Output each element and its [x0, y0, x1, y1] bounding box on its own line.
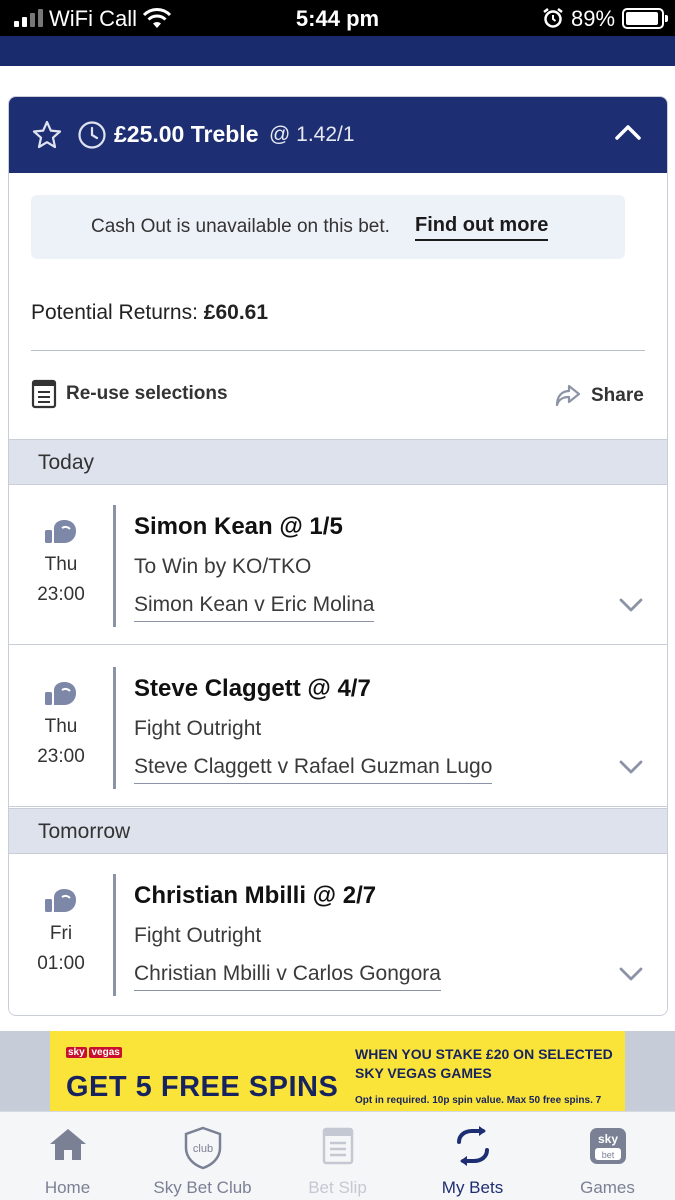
tab-label: Home	[44, 1178, 91, 1197]
cashout-notice: Cash Out is unavailable on this bet. Fin…	[31, 195, 625, 259]
selection-row[interactable]: Fri 01:00 Christian Mbilli @ 2/7 Fight O…	[9, 854, 667, 1014]
find-out-more-link[interactable]: Find out more	[415, 214, 549, 241]
betslip-icon	[270, 1126, 405, 1166]
games-icon: sky bet	[540, 1126, 675, 1166]
bottom-tab-bar: Home club Sky Bet Club Bet Slip My Bets …	[0, 1111, 675, 1200]
clock-icon	[77, 120, 107, 155]
selection-market: To Win by KO/TKO	[134, 555, 312, 578]
my-bets-icon	[405, 1126, 540, 1166]
bet-title: £25.00 Treble	[114, 121, 259, 147]
share-button[interactable]: Share	[591, 385, 644, 407]
sky-vegas-logo: sky vegas	[66, 1047, 122, 1058]
selection-event-link[interactable]: Steve Claggett v Rafael Guzman Lugo	[134, 755, 493, 784]
chevron-down-icon[interactable]	[619, 759, 643, 780]
chevron-down-icon[interactable]	[619, 597, 643, 618]
svg-text:bet: bet	[601, 1150, 614, 1160]
tab-label: Games	[580, 1178, 635, 1197]
tab-label: Sky Bet Club	[153, 1178, 252, 1197]
alarm-icon	[542, 7, 564, 35]
home-icon	[0, 1126, 135, 1162]
selection-event-link[interactable]: Simon Kean v Eric Molina	[134, 593, 375, 622]
day-header-tomorrow: Tomorrow	[9, 808, 667, 854]
svg-text:sky: sky	[597, 1132, 617, 1146]
tab-bet-slip[interactable]: Bet Slip	[270, 1112, 405, 1200]
tab-games[interactable]: sky bet Games	[540, 1112, 675, 1200]
status-bar: WiFi Call 5:44 pm 89%	[0, 0, 675, 36]
divider	[31, 350, 645, 351]
cashout-message: Cash Out is unavailable on this bet.	[91, 216, 390, 237]
selection-day: Thu	[44, 554, 78, 575]
selection-name: Steve Claggett @ 4/7	[134, 675, 371, 702]
chevron-down-icon[interactable]	[619, 966, 643, 987]
chevron-up-icon[interactable]	[615, 123, 641, 146]
selection-time: 23:00	[37, 584, 85, 605]
battery-icon	[622, 8, 668, 29]
app-header-band	[0, 36, 675, 66]
boxing-glove-icon	[43, 679, 79, 714]
potential-returns: Potential Returns: £60.61	[31, 301, 268, 325]
selection-day: Thu	[44, 716, 78, 737]
banner-headline: GET 5 FREE SPINS	[66, 1071, 339, 1103]
bet-card: £25.00 Treble @ 1.42/1 Cash Out is unava…	[8, 96, 668, 1016]
selection-time: 01:00	[37, 953, 85, 974]
selection-event-link[interactable]: Christian Mbilli v Carlos Gongora	[134, 962, 441, 991]
svg-text:club: club	[192, 1143, 212, 1155]
selection-row[interactable]: Thu 23:00 Steve Claggett @ 4/7 Fight Out…	[9, 647, 667, 807]
selection-market: Fight Outright	[134, 924, 262, 947]
potential-returns-label: Potential Returns:	[31, 301, 198, 324]
bet-card-header[interactable]: £25.00 Treble @ 1.42/1	[9, 97, 667, 173]
reuse-selections-button[interactable]: Re-use selections	[66, 383, 228, 405]
share-icon[interactable]	[555, 383, 581, 412]
boxing-glove-icon	[43, 517, 79, 552]
bet-odds: @ 1.42/1	[269, 123, 355, 146]
club-shield-icon: club	[135, 1126, 270, 1170]
selection-market: Fight Outright	[134, 717, 262, 740]
tab-label: Bet Slip	[308, 1178, 367, 1197]
potential-returns-value: £60.61	[203, 301, 269, 324]
tab-label: My Bets	[441, 1178, 504, 1197]
star-icon[interactable]	[31, 119, 63, 156]
promo-banner[interactable]: sky vegas GET 5 FREE SPINS WHEN YOU STAK…	[50, 1031, 625, 1111]
selection-name: Christian Mbilli @ 2/7	[134, 882, 377, 909]
day-header-today: Today	[9, 439, 667, 485]
selection-row[interactable]: Thu 23:00 Simon Kean @ 1/5 To Win by KO/…	[9, 485, 667, 645]
selection-day: Fri	[49, 923, 73, 944]
reuse-selections-icon[interactable]	[31, 379, 57, 414]
selection-time: 23:00	[37, 746, 85, 767]
battery-percent: 89%	[571, 6, 616, 31]
selection-name: Simon Kean @ 1/5	[134, 513, 343, 540]
banner-copy: WHEN YOU STAKE £20 ON SELECTED SKY VEGAS…	[355, 1046, 613, 1081]
banner-small-print: Opt in required. 10p spin value. Max 50 …	[355, 1095, 602, 1106]
tab-home[interactable]: Home	[0, 1112, 135, 1200]
boxing-glove-icon	[43, 886, 79, 921]
tab-sky-bet-club[interactable]: club Sky Bet Club	[135, 1112, 270, 1200]
tab-my-bets[interactable]: My Bets	[405, 1112, 540, 1200]
